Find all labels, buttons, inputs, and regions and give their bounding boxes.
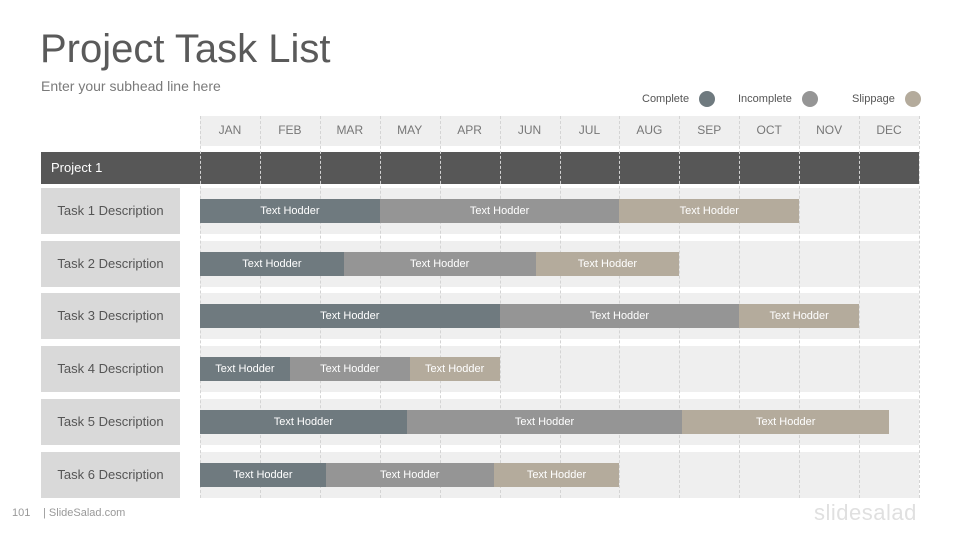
task-label: Task 3 Description (41, 293, 180, 339)
gantt-bar-incomplete: Text Hodder (379, 199, 620, 223)
legend-slippage-label: Slippage (852, 93, 895, 105)
page-title: Project Task List (40, 27, 331, 71)
gantt-bar-incomplete: Text Hodder (499, 304, 740, 328)
gantt-bar-complete: Text Hodder (200, 463, 326, 487)
gantt-bar-incomplete: Text Hodder (343, 252, 536, 276)
gantt-bar-slippage: Text Hodder (493, 463, 620, 487)
gantt-bar-incomplete: Text Hodder (406, 410, 683, 434)
footer-site: | SlideSalad.com (43, 507, 126, 519)
gantt-bar-incomplete: Text Hodder (289, 357, 410, 381)
project-header: Project 1 (41, 152, 919, 184)
gantt-bar-complete: Text Hodder (200, 304, 500, 328)
legend-incomplete-label: Incomplete (738, 93, 792, 105)
month-label: MAR (336, 123, 364, 137)
month-label: OCT (756, 123, 782, 137)
page-number: 101 (12, 507, 31, 519)
month-label: JUN (517, 123, 542, 137)
legend-complete-label: Complete (642, 93, 690, 105)
task-label: Task 6 Description (41, 452, 180, 498)
legend-incomplete-dot-icon (801, 91, 818, 107)
task-label: Task 2 Description (41, 241, 180, 287)
gantt-bar-slippage: Text Hodder (409, 357, 500, 381)
legend-complete-dot-icon (699, 91, 716, 107)
month-label: DEC (876, 123, 902, 137)
legend-complete: Complete (642, 90, 716, 108)
month-gridline (919, 116, 920, 498)
task-label: Task 1 Description (41, 188, 180, 234)
legend-slippage: Slippage (852, 90, 921, 108)
gantt-bar-complete: Text Hodder (200, 199, 380, 223)
page-subhead: Enter your subhead line here (41, 78, 221, 94)
brand-logo: slidesalad (814, 500, 917, 525)
gantt-bar-incomplete: Text Hodder (325, 463, 494, 487)
task-label: Task 4 Description (41, 346, 180, 392)
legend-incomplete: Incomplete (738, 90, 818, 108)
month-label: JUL (578, 123, 601, 137)
month-label: MAY (397, 123, 423, 137)
gantt-bar-slippage: Text Hodder (535, 252, 680, 276)
gantt-bar-complete: Text Hodder (200, 357, 290, 381)
gantt-bar-complete: Text Hodder (200, 252, 344, 276)
task-label: Task 5 Description (41, 399, 180, 445)
gantt-bar-slippage: Text Hodder (619, 199, 800, 223)
gantt-bar-slippage: Text Hodder (739, 304, 860, 328)
gantt-bar-slippage: Text Hodder (682, 410, 890, 434)
month-label: APR (457, 123, 482, 137)
month-label: SEP (697, 123, 722, 137)
month-label: AUG (636, 123, 663, 137)
month-label: FEB (278, 123, 302, 137)
legend-slippage-dot-icon (904, 91, 921, 107)
month-label: NOV (816, 123, 843, 137)
gantt-bar-complete: Text Hodder (200, 410, 407, 434)
month-gridline (859, 116, 860, 498)
month-label: JAN (218, 123, 242, 137)
